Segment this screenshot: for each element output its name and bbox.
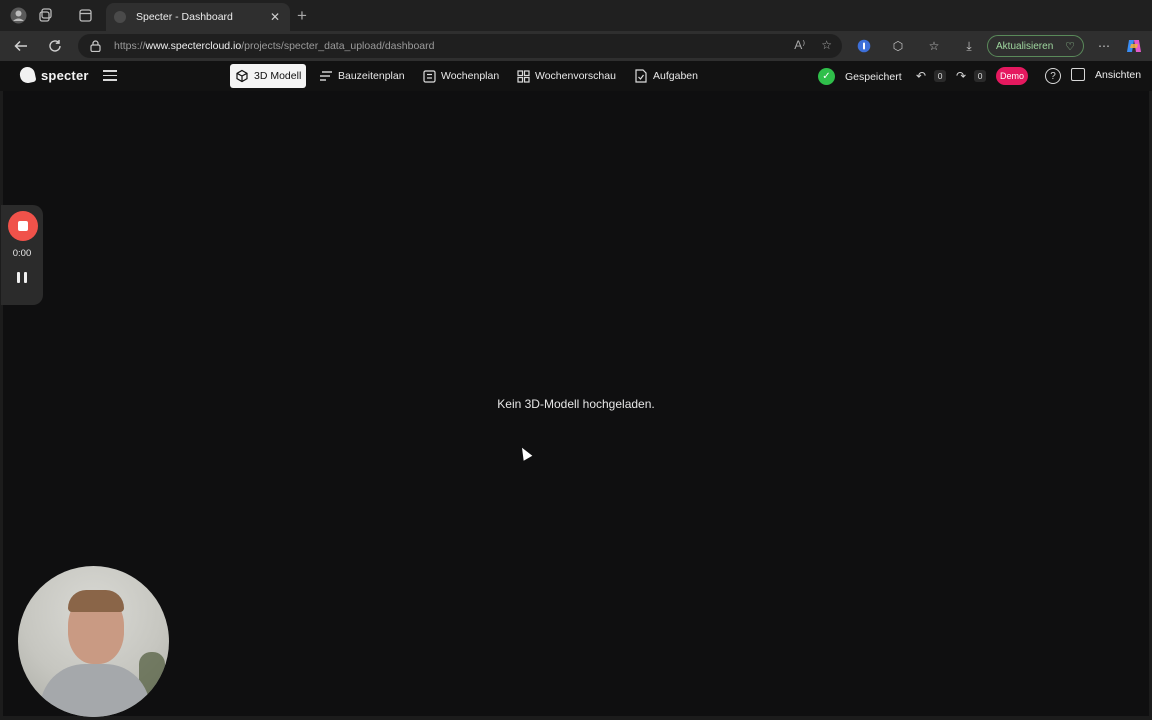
url-prefix: https:// — [114, 40, 146, 52]
url-text[interactable]: https://www.spectercloud.io/projects/spe… — [114, 40, 434, 52]
nav-tab-aufgaben[interactable]: Aufgaben — [629, 64, 703, 88]
favorite-star-icon[interactable]: ☆ — [821, 38, 832, 52]
stop-icon — [18, 221, 28, 231]
pause-icon[interactable] — [17, 272, 27, 283]
lock-icon[interactable] — [90, 40, 102, 53]
views-icon — [1071, 68, 1085, 81]
specter-favicon-icon — [114, 11, 126, 23]
help-icon[interactable]: ? — [1045, 68, 1061, 84]
task-icon — [634, 69, 648, 83]
undo-icon: ↶ — [916, 69, 927, 83]
update-button[interactable]: Aktualisieren ♡ — [987, 35, 1084, 57]
mouse-cursor-icon — [517, 445, 533, 461]
recording-timer: 0:00 — [12, 248, 32, 259]
more-menu-icon[interactable]: ⋯ — [1096, 38, 1112, 54]
views-button[interactable]: Ansichten — [1071, 68, 1141, 81]
tab-title: Specter - Dashboard — [136, 11, 233, 23]
nav-tab-label: Wochenvorschau — [535, 70, 616, 82]
specter-logo[interactable]: specter — [18, 65, 89, 85]
nav-tab-label: Wochenplan — [441, 70, 500, 82]
stop-recording-button[interactable] — [8, 211, 38, 241]
workspaces-icon[interactable] — [34, 3, 58, 27]
extensions-icon[interactable]: ⬡ — [890, 38, 906, 54]
nav-tab-label: Bauzeitenplan — [338, 70, 405, 82]
back-icon[interactable] — [12, 37, 30, 55]
cube-icon — [235, 69, 249, 83]
views-label: Ansichten — [1095, 68, 1142, 81]
read-aloud-icon[interactable]: A⁾ — [794, 38, 805, 52]
downloads-icon[interactable]: ⤓ — [961, 38, 977, 54]
address-bar[interactable]: https://www.spectercloud.io/projects/spe… — [78, 34, 842, 58]
ghost-logo-icon — [18, 65, 37, 85]
password-manager-icon[interactable] — [856, 38, 872, 54]
nav-tab-3d-modell[interactable]: 3D Modell — [230, 64, 307, 88]
new-tab-icon[interactable]: + — [297, 6, 307, 26]
nav-tab-wochenvorschau[interactable]: Wochenvorschau — [511, 64, 621, 88]
webcam-person-hair — [68, 590, 124, 612]
browser-tab-strip: Specter - Dashboard ✕ + — [0, 0, 1152, 31]
profile-avatar-icon[interactable] — [6, 3, 30, 27]
webcam-person-body — [40, 664, 150, 717]
nav-tab-wochenplan[interactable]: Wochenplan — [417, 64, 504, 88]
undo-count: 0 — [934, 70, 947, 82]
model-viewer-canvas[interactable]: Kein 3D-Modell hochgeladen. — [3, 91, 1149, 716]
tab-actions-icon[interactable] — [73, 3, 97, 27]
undo-button[interactable]: ↶ 0 — [916, 69, 947, 83]
app-toolbar: specter 3D Modell Bauzeitenplan Wochenpl… — [0, 61, 1152, 91]
redo-count: 0 — [974, 70, 987, 82]
logo-text: specter — [41, 67, 89, 83]
redo-icon: ↷ — [956, 69, 967, 83]
copilot-icon[interactable] — [1126, 38, 1142, 54]
list-icon — [422, 69, 436, 83]
update-label: Aktualisieren — [996, 40, 1054, 52]
url-path: /projects/specter_data_upload/dashboard — [241, 40, 435, 52]
browser-nav-bar: https://www.spectercloud.io/projects/spe… — [0, 31, 1152, 61]
url-domain: www.spectercloud.io — [145, 40, 242, 52]
save-status: ✓ Gespeichert — [818, 68, 902, 85]
demo-badge[interactable]: Demo — [996, 67, 1028, 85]
nav-tab-label: Aufgaben — [653, 70, 698, 82]
gantt-icon — [319, 69, 333, 83]
screen-recorder-widget: 0:00 — [1, 205, 43, 305]
nav-tab-label: 3D Modell — [254, 70, 302, 82]
reload-icon[interactable] — [46, 37, 64, 55]
update-heart-icon: ♡ — [1065, 41, 1075, 53]
check-circle-icon: ✓ — [818, 68, 835, 85]
browser-window: Specter - Dashboard ✕ + https://www.spec… — [0, 0, 1152, 720]
nav-tab-bauzeitenplan[interactable]: Bauzeitenplan — [314, 64, 410, 88]
empty-state-message: Kein 3D-Modell hochgeladen. — [497, 397, 655, 411]
favorites-icon[interactable]: ☆ — [926, 38, 942, 54]
webcam-bubble[interactable] — [18, 566, 169, 717]
saved-label: Gespeichert — [845, 70, 902, 83]
menu-icon[interactable] — [103, 70, 117, 81]
browser-tab-active[interactable]: Specter - Dashboard ✕ — [106, 3, 290, 31]
redo-button[interactable]: ↷ 0 — [956, 69, 987, 83]
close-tab-icon[interactable]: ✕ — [268, 10, 282, 24]
address-bar-actions: A⁾ ☆ — [794, 38, 832, 52]
grid-icon — [516, 69, 530, 83]
